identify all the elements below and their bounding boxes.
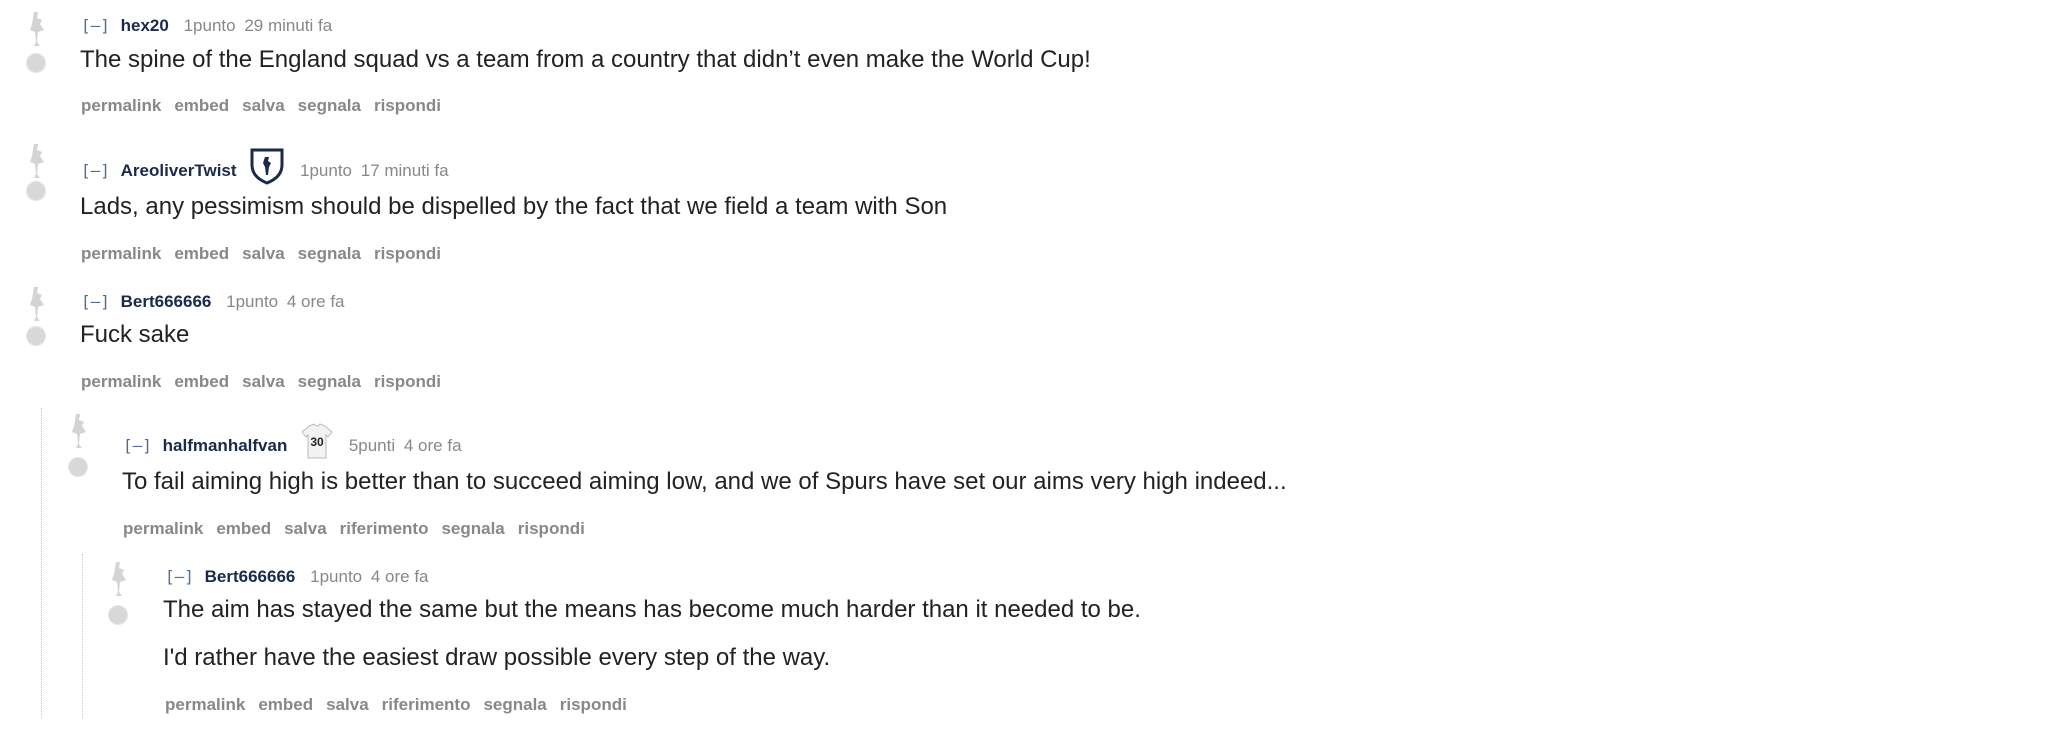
permalink-button[interactable]: permalink [81,96,161,115]
score: 1punto [226,292,279,311]
comment-tagline: [–] Bert666666 1punto 4 ore fa [165,567,429,587]
score: 1punto [310,567,363,586]
downvote-ball-icon[interactable] [108,605,128,625]
reply-button[interactable]: rispondi [374,96,441,115]
comment-tagline: [–] AreoliverTwist 1punto 17 minuti fa [81,148,449,190]
source-button[interactable]: riferimento [340,519,429,538]
permalink-button[interactable]: permalink [165,695,245,714]
collapse-toggle[interactable]: [–] [81,16,110,35]
upvote-cockerel-icon[interactable] [24,285,50,323]
comment-actions: permalink embed salva riferimento segnala ris… [123,519,598,539]
comment-body-paragraph: The aim has stayed the same but the mean… [163,596,1141,623]
comment-body: Lads, any pessimism should be dispelled … [80,193,948,220]
save-button[interactable]: salva [242,96,285,115]
report-button[interactable]: segnala [441,519,504,538]
reply-button[interactable]: rispondi [518,519,585,538]
permalink-button[interactable]: permalink [81,244,161,263]
author-link[interactable]: Bert666666 [121,292,212,311]
author-link[interactable]: halfmanhalfvan [163,436,288,455]
downvote-ball-icon[interactable] [26,53,46,73]
embed-button[interactable]: embed [258,695,313,714]
comment-body: To fail aiming high is better than to su… [122,468,1287,495]
comment-body: The spine of the England squad vs a team… [80,46,1091,73]
upvote-cockerel-icon[interactable] [66,412,92,450]
downvote-ball-icon[interactable] [68,457,88,477]
report-button[interactable]: segnala [483,695,546,714]
save-button[interactable]: salva [242,244,285,263]
save-button[interactable]: salva [242,372,285,391]
upvote-cockerel-icon[interactable] [24,10,50,48]
comment-actions: permalink embed salva segnala rispondi [81,244,454,264]
permalink-button[interactable]: permalink [81,372,161,391]
shirt-number: 30 [310,435,324,449]
embed-button[interactable]: embed [174,96,229,115]
comment-tagline: [–] hex20 1punto 29 minuti fa [81,16,332,36]
comment-actions: permalink embed salva segnala rispondi [81,96,454,116]
collapse-toggle[interactable]: [–] [81,161,110,180]
shirt-icon: 30 [300,422,334,465]
comment-actions: permalink embed salva riferimento segnala ris… [165,695,640,715]
embed-button[interactable]: embed [174,244,229,263]
timestamp[interactable]: 4 ore fa [371,567,429,586]
reply-button[interactable]: rispondi [560,695,627,714]
spurs-crest-icon [249,147,285,190]
comment-actions: permalink embed salva segnala rispondi [81,372,454,392]
collapse-toggle[interactable]: [–] [123,436,152,455]
timestamp[interactable]: 17 minuti fa [361,161,449,180]
downvote-ball-icon[interactable] [26,326,46,346]
author-link[interactable]: AreoliverTwist [121,161,237,180]
comment-tagline: [–] Bert666666 1punto 4 ore fa [81,292,345,312]
author-link[interactable]: Bert666666 [205,567,296,586]
comment-body-paragraph: I'd rather have the easiest draw possibl… [163,644,831,671]
save-button[interactable]: salva [284,519,327,538]
upvote-cockerel-icon[interactable] [106,560,132,598]
permalink-button[interactable]: permalink [123,519,203,538]
embed-button[interactable]: embed [174,372,229,391]
collapse-toggle[interactable]: [–] [165,567,194,586]
collapse-toggle[interactable]: [–] [81,292,110,311]
score: 1punto [300,160,352,180]
downvote-ball-icon[interactable] [26,181,46,201]
reply-button[interactable]: rispondi [374,372,441,391]
comment-tagline: [–] halfmanhalfvan 30 5punti 4 ore fa [123,423,462,465]
report-button[interactable]: segnala [298,244,361,263]
thread-line [41,408,42,718]
thread-line [82,554,83,718]
comment-body: Fuck sake [80,321,190,348]
reply-button[interactable]: rispondi [374,244,441,263]
save-button[interactable]: salva [326,695,369,714]
timestamp[interactable]: 4 ore fa [404,436,462,455]
upvote-cockerel-icon[interactable] [24,142,50,180]
score: 5punti [348,435,396,455]
embed-button[interactable]: embed [216,519,271,538]
timestamp[interactable]: 29 minuti fa [244,16,332,35]
report-button[interactable]: segnala [298,96,361,115]
report-button[interactable]: segnala [298,372,361,391]
timestamp[interactable]: 4 ore fa [287,292,345,311]
author-link[interactable]: hex20 [121,16,169,35]
source-button[interactable]: riferimento [382,695,471,714]
score: 1punto [183,16,236,35]
